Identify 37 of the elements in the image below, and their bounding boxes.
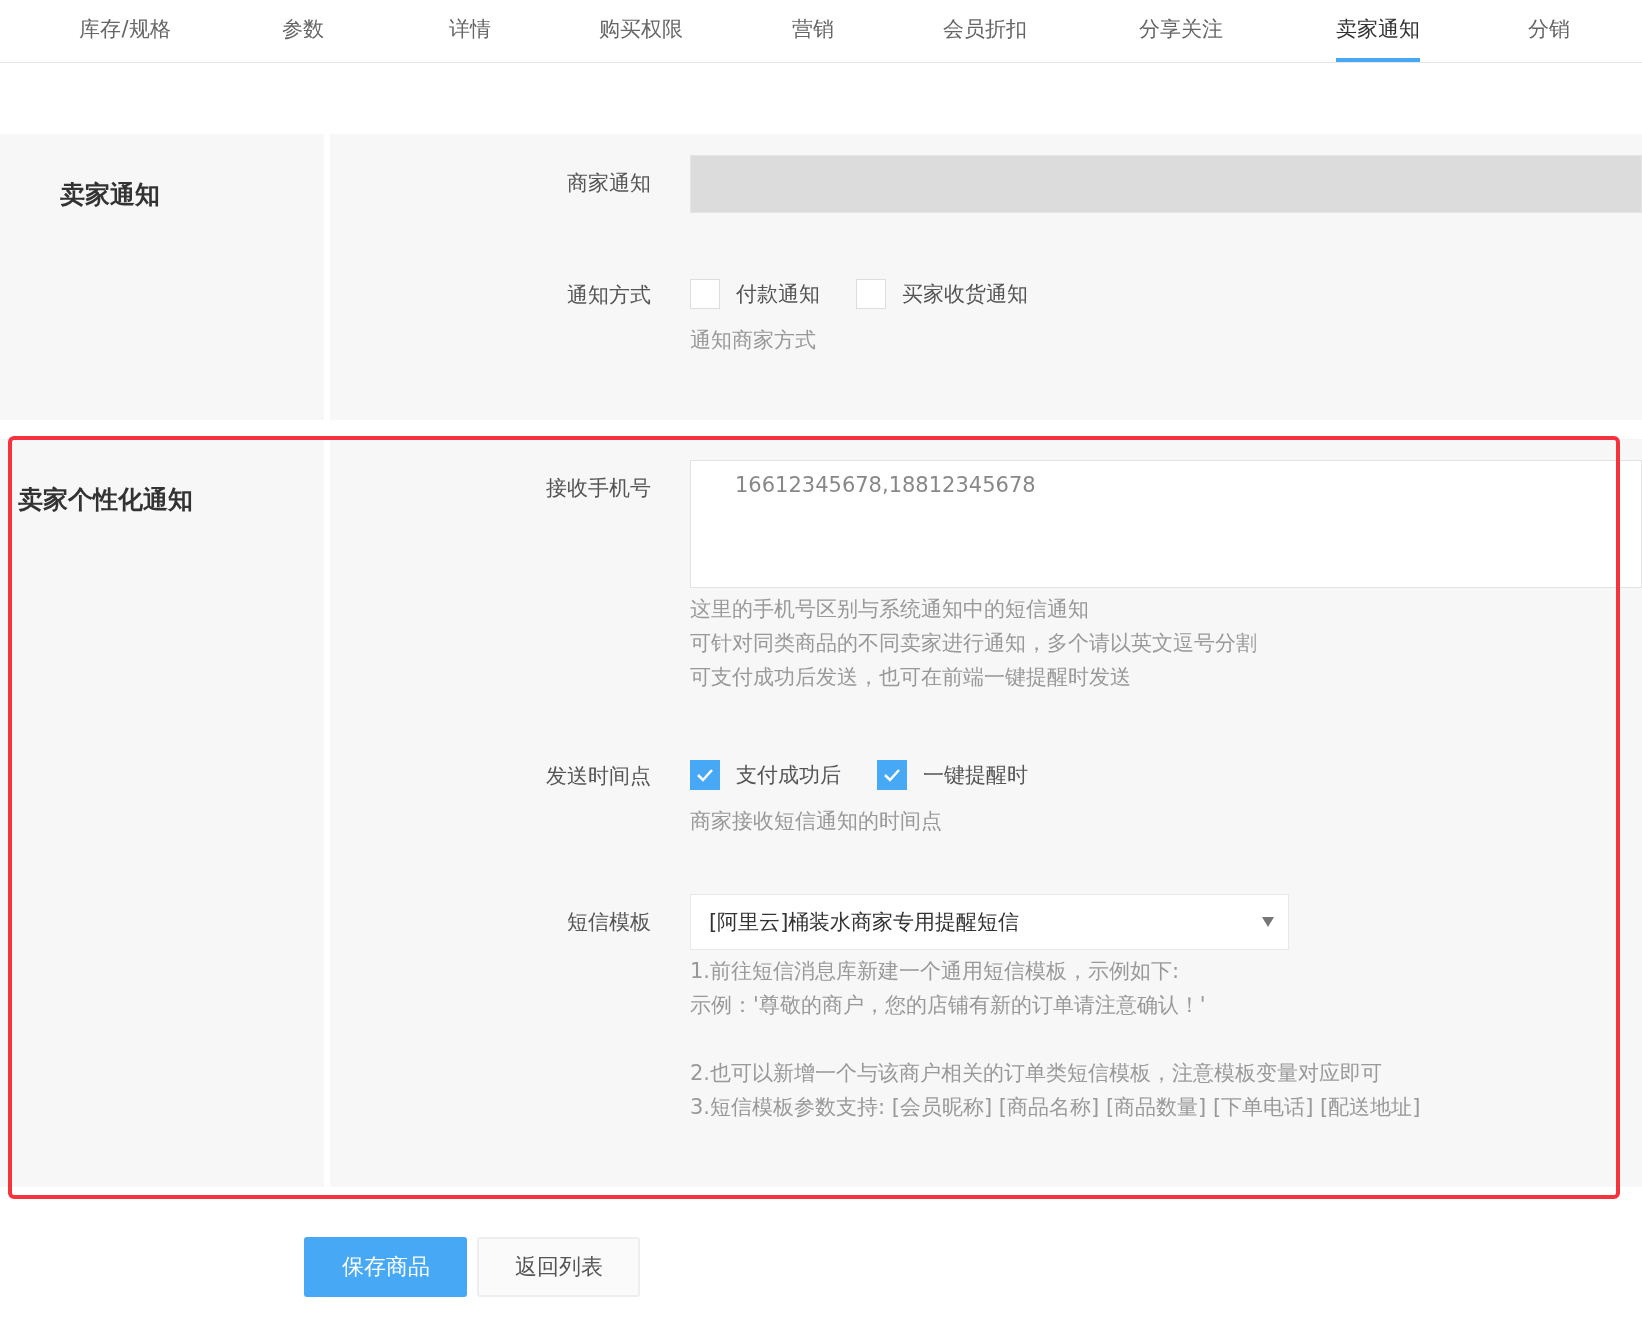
help-text: 1.前往短信消息库新建一个通用短信模板，示例如下: <box>690 958 1181 985</box>
field-label: 发送时间点 <box>545 763 651 790</box>
section-title: 卖家通知 <box>60 180 160 209</box>
text-area[interactable]: 16612345678,18812345678 <box>690 460 1642 588</box>
help-text: 商家接收短信通知的时间点 <box>690 808 943 835</box>
tab[interactable]: 购买权限 <box>599 0 683 62</box>
back-button[interactable]: 返回列表 <box>477 1237 640 1297</box>
tab[interactable]: 库存/规格 <box>79 0 171 62</box>
field-label: 商家通知 <box>566 170 651 197</box>
tab[interactable]: 卖家通知 <box>1336 0 1420 62</box>
help-text: 这里的手机号区别与系统通知中的短信通知 <box>690 596 1090 623</box>
checkbox[interactable] <box>877 760 907 790</box>
tab[interactable]: 参数 <box>282 0 324 62</box>
tab[interactable]: 分享关注 <box>1139 0 1223 62</box>
section-title: 卖家个性化通知 <box>18 485 193 514</box>
tab[interactable]: 营销 <box>792 0 834 62</box>
tab[interactable]: 会员折扣 <box>943 0 1027 62</box>
help-text: 通知商家方式 <box>690 327 817 354</box>
checkbox-label[interactable]: 一键提醒时 <box>923 761 1028 789</box>
check-icon <box>695 767 715 783</box>
checkbox-label[interactable]: 买家收货通知 <box>902 280 1028 308</box>
field-label: 短信模板 <box>566 909 651 936</box>
tab[interactable]: 分销 <box>1528 0 1570 62</box>
help-text: 可支付成功后发送，也可在前端一键提醒时发送 <box>690 664 1132 691</box>
caret-icon <box>1262 917 1274 927</box>
template-dropdown[interactable]: [阿里云]桶装水商家专用提醒短信 <box>690 894 1289 950</box>
tab[interactable]: 详情 <box>449 0 491 62</box>
help-text: 示例：'尊敬的商户，您的店铺有新的订单请注意确认！' <box>690 992 1207 1019</box>
help-text: 可针对同类商品的不同卖家进行通知，多个请以英文逗号分割 <box>690 630 1258 657</box>
help-text: 2.也可以新增一个与该商户相关的订单类短信模板，注意模板变量对应即可 <box>690 1060 1384 1087</box>
check-icon <box>882 767 902 783</box>
field-label: 通知方式 <box>566 282 651 309</box>
checkbox-label[interactable]: 支付成功后 <box>736 761 841 789</box>
checkbox-label[interactable]: 付款通知 <box>736 280 820 308</box>
help-text: 3.短信模板参数支持: [会员昵称] [商品名称] [商品数量] [下单电话] [配送地址] <box>690 1094 1422 1121</box>
field-label: 接收手机号 <box>545 475 651 502</box>
checkbox[interactable] <box>690 760 720 790</box>
